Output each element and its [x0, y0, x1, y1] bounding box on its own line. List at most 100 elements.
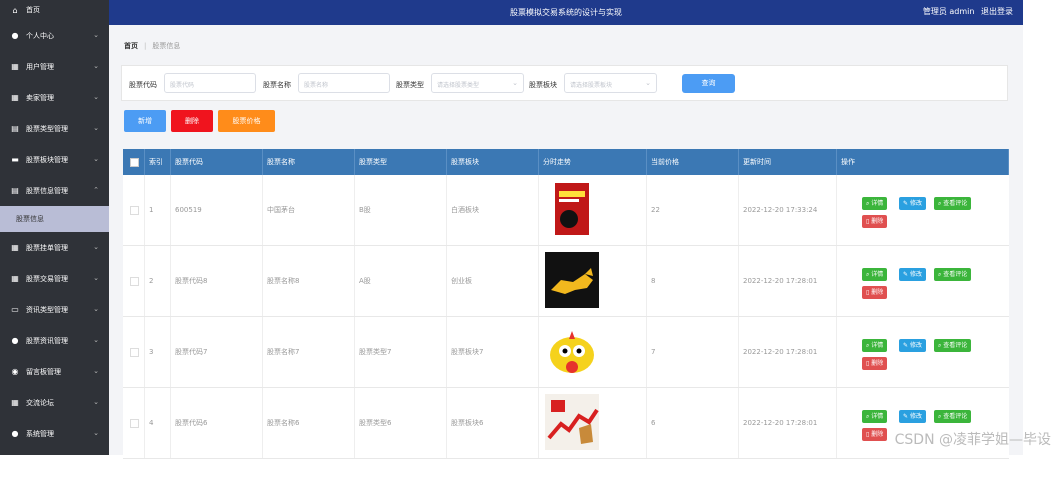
- sidebar-item-home[interactable]: ⌂ 首页: [0, 0, 109, 20]
- search-icon: ⌕: [938, 342, 942, 349]
- sidebar-item[interactable]: ▤ 股票类型管理 ⌄: [0, 113, 109, 144]
- cell-code: 股票代码6: [171, 388, 263, 458]
- chevron-down-icon: ⌄: [93, 155, 99, 163]
- code-label: 股票代码: [129, 81, 157, 89]
- add-button[interactable]: 新增: [124, 110, 166, 132]
- sidebar-subitem-stock-info[interactable]: 股票信息: [0, 206, 109, 232]
- detail-button[interactable]: ⌕ 详情: [862, 339, 888, 352]
- breadcrumb-home[interactable]: 首页: [124, 42, 138, 50]
- sidebar-item-label: 留言板管理: [26, 367, 61, 376]
- logout-link[interactable]: 退出登录: [981, 7, 1013, 16]
- edit-button[interactable]: ✎ 修改: [899, 197, 926, 210]
- column-header: 索引: [145, 149, 171, 175]
- row-delete-button[interactable]: ▯ 删除: [862, 357, 888, 370]
- doc-icon: ▤: [11, 124, 19, 133]
- view-comments-button[interactable]: ⌕ 查看评论: [934, 410, 972, 423]
- sidebar-item-label: 股票信息管理: [26, 186, 68, 195]
- cell-board: 股票板块7: [447, 317, 539, 387]
- sidebar-item[interactable]: ▦ 用户管理 ⌄: [0, 51, 109, 82]
- trend-image: [545, 252, 599, 308]
- search-icon: ⌕: [866, 200, 870, 207]
- row-delete-button[interactable]: ▯ 删除: [862, 286, 888, 299]
- trend-image: [545, 394, 599, 450]
- cell-board: 股票板块6: [447, 388, 539, 458]
- row-checkbox[interactable]: [123, 317, 145, 387]
- grid-icon: ▦: [11, 62, 19, 71]
- cell-price: 6: [647, 388, 739, 458]
- row-delete-button[interactable]: ▯ 删除: [862, 428, 888, 441]
- sidebar: ⌂ 首页 ● 个人中心 ⌄ ▦ 用户管理 ⌄ ▦ 卖家管理 ⌄ ▤ 股票类型管理 ⌄ ▬…: [0, 0, 109, 455]
- chevron-down-icon: ⌄: [93, 336, 99, 344]
- row-checkbox[interactable]: [123, 175, 145, 245]
- cell-type: 股票类型7: [355, 317, 447, 387]
- chevron-down-icon: ⌄: [93, 62, 99, 70]
- row-checkbox[interactable]: [123, 388, 145, 458]
- sidebar-item-label: 系统管理: [26, 429, 54, 438]
- chevron-down-icon: ⌄: [645, 79, 651, 87]
- user-label: 管理员 admin: [922, 7, 975, 16]
- cell-time: 2022-12-20 17:28:01: [739, 246, 837, 316]
- search-icon: ⌕: [938, 200, 942, 207]
- pencil-icon: ✎: [903, 271, 909, 278]
- person-icon: ●: [11, 336, 19, 345]
- breadcrumb: 首页 | 股票信息: [124, 42, 181, 50]
- edit-button[interactable]: ✎ 修改: [899, 410, 926, 423]
- name-input[interactable]: 股票名称: [298, 73, 390, 93]
- sidebar-item[interactable]: ▤ 股票信息管理 ⌃: [0, 175, 109, 206]
- pencil-icon: ✎: [903, 200, 909, 207]
- table-row: 3 股票代码7 股票名称7 股票类型7 股票板块7 7 2022-12-20 17:28:0…: [123, 317, 1009, 388]
- view-comments-button[interactable]: ⌕ 查看评论: [934, 197, 972, 210]
- code-input[interactable]: 股票代码: [164, 73, 256, 93]
- delete-button[interactable]: 删除: [171, 110, 213, 132]
- row-actions: ⌕ 详情 ✎ 修改 ⌕ 查看评论 ▯ 删除: [852, 317, 1009, 387]
- stock-price-button[interactable]: 股票价格: [218, 110, 275, 132]
- column-header: 股票名称: [263, 149, 355, 175]
- sidebar-item[interactable]: ◉ 留言板管理 ⌄: [0, 356, 109, 387]
- sidebar-item[interactable]: ● 个人中心 ⌄: [0, 20, 109, 51]
- select-all-checkbox[interactable]: [123, 149, 145, 175]
- sidebar-item[interactable]: ▦ 交流论坛 ⌄: [0, 387, 109, 418]
- sidebar-item-label: 股票类型管理: [26, 124, 68, 133]
- view-comments-button[interactable]: ⌕ 查看评论: [934, 339, 972, 352]
- sidebar-item-label: 股票挂单管理: [26, 243, 68, 252]
- cell-board: 创业板: [447, 246, 539, 316]
- query-button[interactable]: 查询: [682, 74, 735, 93]
- board-select[interactable]: 请选择股票板块 ⌄: [564, 73, 657, 93]
- pencil-icon: ✎: [903, 342, 909, 349]
- detail-button[interactable]: ⌕ 详情: [862, 268, 888, 281]
- sidebar-item[interactable]: ● 系统管理 ⌄: [0, 418, 109, 449]
- search-icon: ⌕: [938, 271, 942, 278]
- row-actions: ⌕ 详情 ✎ 修改 ⌕ 查看评论 ▯ 删除: [852, 246, 1009, 316]
- detail-button[interactable]: ⌕ 详情: [862, 410, 888, 423]
- edit-button[interactable]: ✎ 修改: [899, 339, 926, 352]
- row-checkbox[interactable]: [123, 246, 145, 316]
- search-bar: 股票代码 股票代码 股票名称 股票名称 股票类型 请选择股票类型 ⌄ 股票板块 请…: [121, 65, 1008, 101]
- trend-image: [545, 323, 599, 379]
- stock-table: 索引 股票代码 股票名称 股票类型 股票板块 分时走势 当前价格 更新时间 操作 1 600519…: [123, 149, 1009, 459]
- watermark: CSDN @凌菲学姐—毕设: [894, 432, 1051, 448]
- row-delete-button[interactable]: ▯ 删除: [862, 215, 888, 228]
- column-header: 股票代码: [171, 149, 263, 175]
- trend-cell: [539, 388, 647, 458]
- view-comments-button[interactable]: ⌕ 查看评论: [934, 268, 972, 281]
- chevron-down-icon: ⌄: [93, 367, 99, 375]
- search-icon: ⌕: [866, 271, 870, 278]
- sidebar-item[interactable]: ● 股票资讯管理 ⌄: [0, 325, 109, 356]
- cell-time: 2022-12-20 17:33:24: [739, 175, 837, 245]
- detail-button[interactable]: ⌕ 详情: [862, 197, 888, 210]
- edit-button[interactable]: ✎ 修改: [899, 268, 926, 281]
- sidebar-item-label: 股票资讯管理: [26, 336, 68, 345]
- chevron-down-icon: ⌄: [93, 93, 99, 101]
- table-row: 1 600519 中国茅台 B股 白酒板块 22 2022-12-20 17:33:24 ⌕ …: [123, 175, 1009, 246]
- breadcrumb-current: 股票信息: [152, 42, 181, 50]
- pencil-icon: ✎: [903, 413, 909, 420]
- sidebar-item[interactable]: ▭ 资讯类型管理 ⌄: [0, 294, 109, 325]
- cell-time: 2022-12-20 17:28:01: [739, 317, 837, 387]
- type-select[interactable]: 请选择股票类型 ⌄: [431, 73, 524, 93]
- sidebar-item[interactable]: ▦ 卖家管理 ⌄: [0, 82, 109, 113]
- cell-time: 2022-12-20 17:28:01: [739, 388, 837, 458]
- sidebar-item[interactable]: ▦ 股票挂单管理 ⌄: [0, 232, 109, 263]
- sidebar-item[interactable]: ▦ 股票交易管理 ⌄: [0, 263, 109, 294]
- sidebar-item[interactable]: ▬ 股票板块管理 ⌄: [0, 144, 109, 175]
- pin-icon: ◉: [11, 367, 19, 376]
